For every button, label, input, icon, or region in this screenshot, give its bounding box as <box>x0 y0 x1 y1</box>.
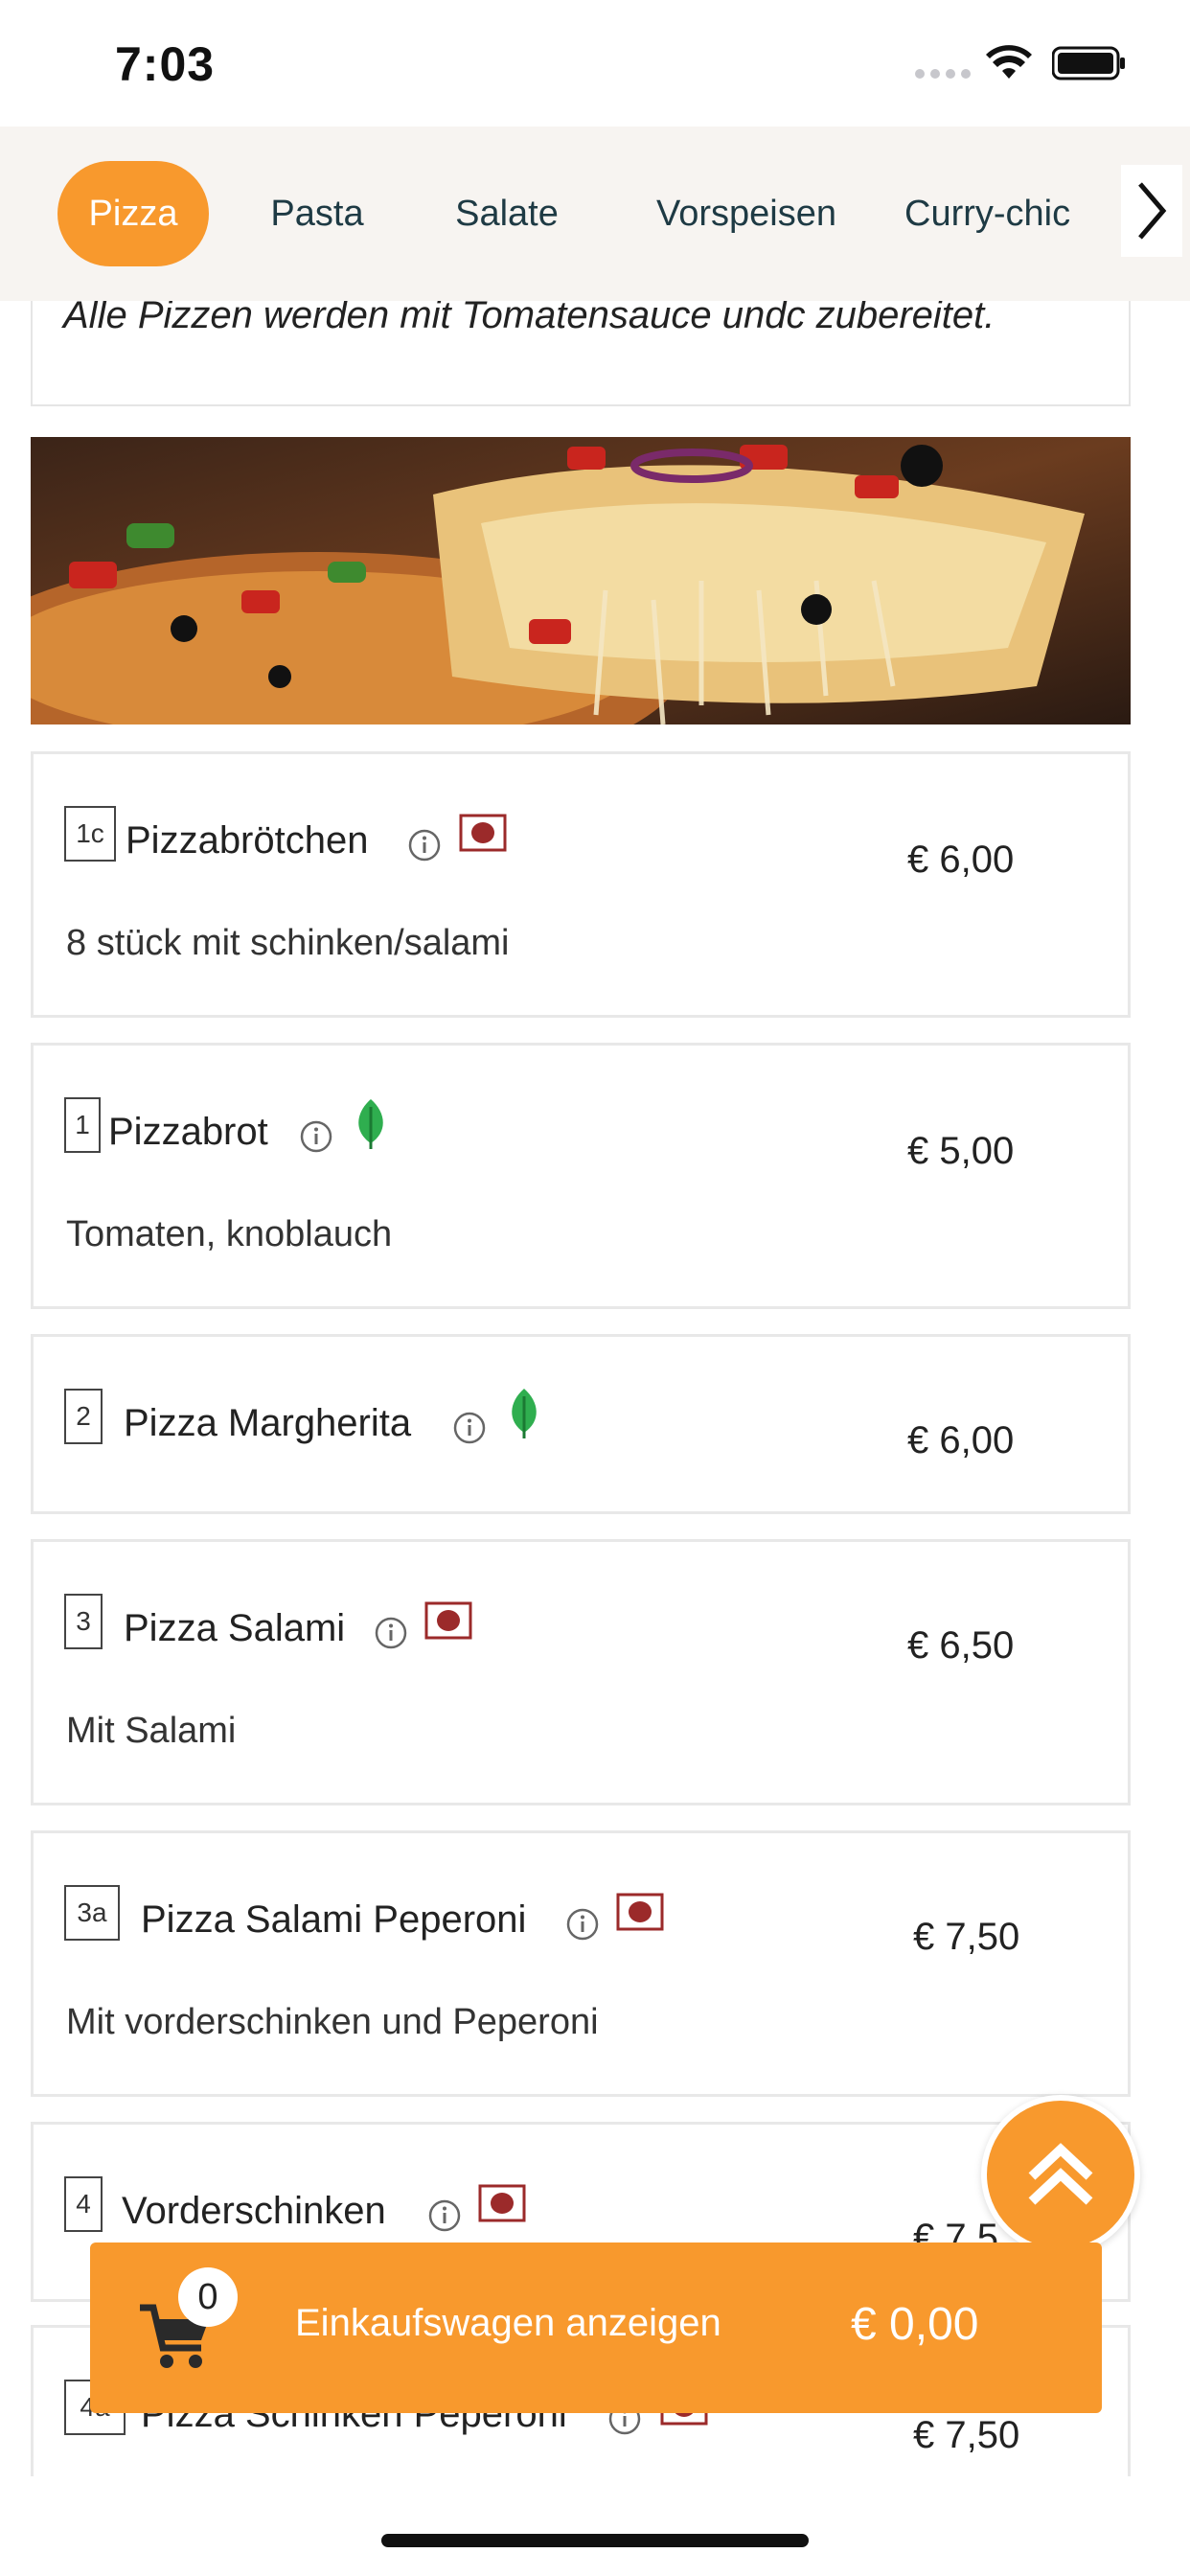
meat-icon <box>478 2184 526 2222</box>
item-name: Pizzabrötchen <box>126 819 369 862</box>
item-name: Vorderschinken <box>122 2190 386 2232</box>
cart-count-badge: 0 <box>178 2267 238 2327</box>
cellular-signal-icon <box>915 69 971 79</box>
status-time: 7:03 <box>115 37 216 91</box>
menu-item-card[interactable]: 1c Pizzabrötchen € 6,00 8 stück mit schi… <box>31 751 1131 1018</box>
tab-scroll-right-button[interactable] <box>1121 165 1182 257</box>
info-icon[interactable] <box>428 2199 461 2232</box>
item-price: € 7,50 <box>913 1916 1020 1958</box>
info-icon[interactable] <box>300 1120 332 1153</box>
item-price: € 7,50 <box>913 2414 1020 2456</box>
view-cart-button[interactable]: 0 Einkaufswagen anzeigen € 0,00 <box>90 2242 1102 2413</box>
item-price: € 6,50 <box>907 1624 1015 1667</box>
item-price: € 5,00 <box>907 1130 1015 1172</box>
battery-icon <box>1052 46 1125 80</box>
item-description: 8 stück mit schinken/salami <box>66 923 510 963</box>
item-number: 1 <box>64 1097 101 1153</box>
item-number: 3 <box>64 1594 103 1649</box>
leaf-icon <box>512 1389 537 1438</box>
item-name: Pizza Salami Peperoni <box>141 1898 527 1941</box>
chevron-right-icon <box>1138 182 1167 240</box>
home-indicator[interactable] <box>381 2534 809 2547</box>
category-tab-bar: Pizza Pasta Salate Vorspeisen Curry-chic <box>0 126 1190 301</box>
double-chevron-up-icon <box>1028 2143 1093 2205</box>
menu-item-card[interactable]: 3 Pizza Salami € 6,50 Mit Salami <box>31 1539 1131 1806</box>
info-icon[interactable] <box>408 829 441 862</box>
info-icon[interactable] <box>566 1908 599 1941</box>
item-description: Mit vorderschinken und Peperoni <box>66 2002 599 2042</box>
intro-text: Alle Pizzen werden mit Tomatensauce undc… <box>63 301 995 336</box>
tab-curry-chicken[interactable]: Curry-chic <box>904 161 1134 266</box>
item-price: € 6,00 <box>907 839 1015 881</box>
meat-icon <box>459 814 507 852</box>
meat-icon <box>616 1893 664 1931</box>
item-price: € 6,00 <box>907 1419 1015 1461</box>
wifi-icon <box>986 45 1032 79</box>
pizza-hero-image <box>31 437 1131 724</box>
item-description: Mit Salami <box>66 1711 237 1751</box>
leaf-icon <box>358 1099 383 1149</box>
info-icon[interactable] <box>375 1617 407 1649</box>
tab-pasta[interactable]: Pasta <box>247 161 387 266</box>
status-bar: 7:03 <box>0 0 1190 126</box>
item-name: Pizza Margherita <box>124 1402 412 1444</box>
scroll-to-top-button[interactable] <box>981 2095 1140 2254</box>
item-number: 3a <box>64 1885 120 1941</box>
item-description: Tomaten, knoblauch <box>66 1214 393 1254</box>
cart-label: Einkaufswagen anzeigen <box>295 2302 721 2344</box>
tab-pizza[interactable]: Pizza <box>57 161 209 266</box>
meat-icon <box>424 1601 472 1640</box>
item-name: Pizzabrot <box>108 1111 268 1153</box>
menu-item-card[interactable]: 3a Pizza Salami Peperoni € 7,50 Mit vord… <box>31 1830 1131 2097</box>
tab-vorspeisen[interactable]: Vorspeisen <box>627 161 866 266</box>
menu-item-card[interactable]: 1 Pizzabrot € 5,00 Tomaten, knoblauch <box>31 1043 1131 1309</box>
item-name: Pizza Salami <box>124 1607 346 1649</box>
item-number: 1c <box>64 806 116 862</box>
item-number: 4 <box>64 2176 103 2232</box>
item-number: 2 <box>64 1389 103 1444</box>
info-icon[interactable] <box>453 1412 486 1444</box>
menu-item-card[interactable]: 2 Pizza Margherita € 6,00 <box>31 1334 1131 1514</box>
cart-total: € 0,00 <box>851 2299 979 2350</box>
intro-card: Alle Pizzen werden mit Tomatensauce undc… <box>31 301 1131 406</box>
tab-salate[interactable]: Salate <box>425 161 588 266</box>
